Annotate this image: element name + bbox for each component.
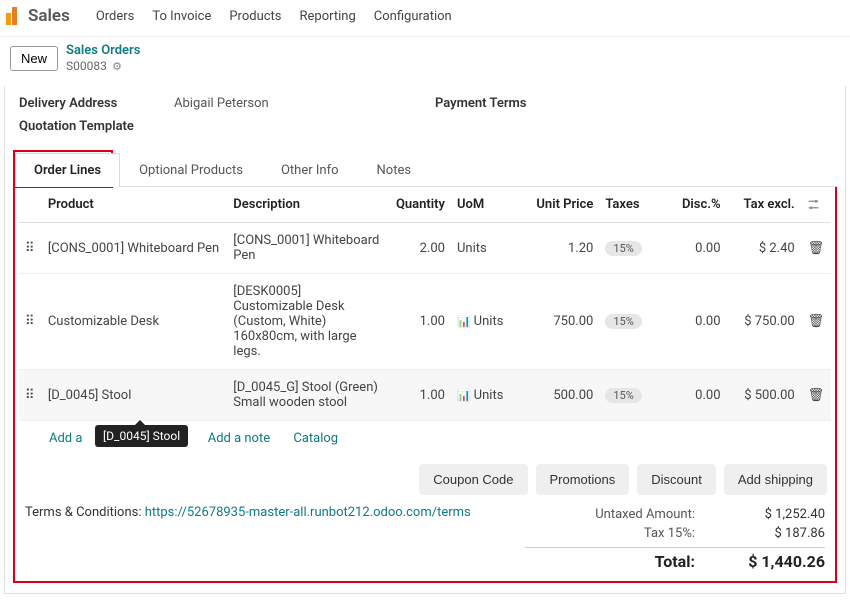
cell-product[interactable]: [CONS_0001] Whiteboard Pen — [42, 223, 227, 274]
tab-order-lines[interactable]: Order Lines — [15, 153, 120, 187]
nav-reporting[interactable]: Reporting — [300, 9, 356, 24]
cell-disc[interactable]: 0.00 — [663, 223, 727, 274]
tab-other-info[interactable]: Other Info — [262, 153, 358, 187]
total-value: $ 1,440.26 — [725, 552, 825, 571]
terms-link[interactable]: https://52678935-master-all.runbot212.od… — [145, 505, 471, 520]
col-uom[interactable]: UoM — [451, 187, 525, 223]
nav-products[interactable]: Products — [229, 9, 281, 24]
tab-optional-products[interactable]: Optional Products — [120, 153, 262, 187]
tax-badge: 15% — [605, 241, 641, 256]
breadcrumb: Sales Orders S00083 ⚙ — [66, 43, 140, 74]
tax-badge: 15% — [605, 388, 641, 403]
cell-description[interactable]: [DESK0005] Customizable Desk (Custom, Wh… — [227, 274, 386, 370]
col-disc[interactable]: Disc.% — [663, 187, 727, 223]
app-logo-icon — [6, 7, 20, 25]
terms-and-conditions: Terms & Conditions: https://52678935-mas… — [25, 505, 471, 520]
col-quantity[interactable]: Quantity — [386, 187, 451, 223]
add-shipping-button[interactable]: Add shipping — [724, 464, 827, 495]
cell-uom[interactable]: 📊Units — [451, 274, 525, 370]
cell-subtotal: $ 500.00 — [727, 370, 801, 421]
add-note-link[interactable]: Add a note — [208, 431, 270, 446]
new-button[interactable]: New — [10, 46, 58, 71]
trash-icon[interactable]: 🗑 — [801, 274, 831, 370]
trash-icon[interactable]: 🗑 — [801, 370, 831, 421]
cell-taxes[interactable]: 15% — [599, 274, 663, 370]
nav-orders[interactable]: Orders — [96, 9, 135, 24]
cell-unit-price[interactable]: 500.00 — [525, 370, 599, 421]
table-row[interactable]: ⠿Customizable Desk[DESK0005] Customizabl… — [19, 274, 831, 370]
col-unit-price[interactable]: Unit Price — [525, 187, 599, 223]
trash-icon[interactable]: 🗑 — [801, 223, 831, 274]
drag-handle-icon[interactable]: ⠿ — [19, 274, 42, 370]
cell-qty[interactable]: 2.00 — [386, 223, 451, 274]
tabs: Order Lines Optional Products Other Info… — [13, 152, 837, 187]
discount-button[interactable]: Discount — [637, 464, 716, 495]
payment-terms-label: Payment Terms — [435, 96, 527, 111]
chart-icon: 📊 — [457, 389, 471, 402]
cell-description[interactable]: [CONS_0001] Whiteboard Pen — [227, 223, 386, 274]
cell-product[interactable]: Customizable Desk — [42, 274, 227, 370]
cell-unit-price[interactable]: 750.00 — [525, 274, 599, 370]
tax-value: $ 187.86 — [725, 526, 825, 541]
drag-handle-icon[interactable]: ⠿ — [19, 370, 42, 421]
coupon-code-button[interactable]: Coupon Code — [419, 464, 527, 495]
cell-description[interactable]: [D_0045_G] Stool (Green) Small wooden st… — [227, 370, 386, 421]
col-taxes[interactable]: Taxes — [599, 187, 663, 223]
cell-uom[interactable]: Units — [451, 223, 525, 274]
product-tooltip: [D_0045] Stool — [95, 425, 188, 447]
gear-icon[interactable]: ⚙ — [112, 60, 122, 73]
cell-subtotal: $ 750.00 — [727, 274, 801, 370]
cell-uom[interactable]: 📊Units — [451, 370, 525, 421]
drag-handle-icon[interactable]: ⠿ — [19, 223, 42, 274]
untaxed-value: $ 1,252.40 — [725, 507, 825, 522]
cell-taxes[interactable]: 15% — [599, 370, 663, 421]
col-description[interactable]: Description — [227, 187, 386, 223]
app-brand: Sales — [6, 6, 70, 26]
table-row[interactable]: ⠿[D_0045] Stool[D_0045_G] Stool (Green) … — [19, 370, 831, 421]
delivery-address-value[interactable]: Abigail Peterson — [174, 96, 269, 111]
sliders-icon[interactable] — [807, 197, 820, 212]
breadcrumb-current: S00083 — [66, 59, 107, 73]
tax-label: Tax 15%: — [545, 526, 695, 541]
cell-unit-price[interactable]: 1.20 — [525, 223, 599, 274]
cell-qty[interactable]: 1.00 — [386, 370, 451, 421]
cell-subtotal: $ 2.40 — [727, 223, 801, 274]
total-label: Total: — [545, 552, 695, 571]
col-product[interactable]: Product — [42, 187, 227, 223]
order-lines-table: Product Description Quantity UoM Unit Pr… — [19, 187, 831, 421]
nav-configuration[interactable]: Configuration — [374, 9, 452, 24]
cell-product[interactable]: [D_0045] Stool — [42, 370, 227, 421]
nav-to-invoice[interactable]: To Invoice — [152, 9, 211, 24]
untaxed-label: Untaxed Amount: — [545, 507, 695, 522]
cell-taxes[interactable]: 15% — [599, 223, 663, 274]
tab-notes[interactable]: Notes — [358, 153, 431, 187]
tax-badge: 15% — [605, 314, 641, 329]
cell-disc[interactable]: 0.00 — [663, 370, 727, 421]
quotation-template-label: Quotation Template — [19, 119, 174, 134]
col-tax-excl[interactable]: Tax excl. — [727, 187, 801, 223]
catalog-link[interactable]: Catalog — [293, 431, 338, 446]
breadcrumb-parent[interactable]: Sales Orders — [66, 43, 140, 59]
totals: Untaxed Amount: $ 1,252.40 Tax 15%: $ 18… — [525, 505, 825, 573]
cell-qty[interactable]: 1.00 — [386, 274, 451, 370]
promotions-button[interactable]: Promotions — [536, 464, 630, 495]
chart-icon: 📊 — [457, 315, 471, 328]
table-row[interactable]: ⠿[CONS_0001] Whiteboard Pen[CONS_0001] W… — [19, 223, 831, 274]
cell-disc[interactable]: 0.00 — [663, 274, 727, 370]
delivery-address-label: Delivery Address — [19, 96, 174, 111]
